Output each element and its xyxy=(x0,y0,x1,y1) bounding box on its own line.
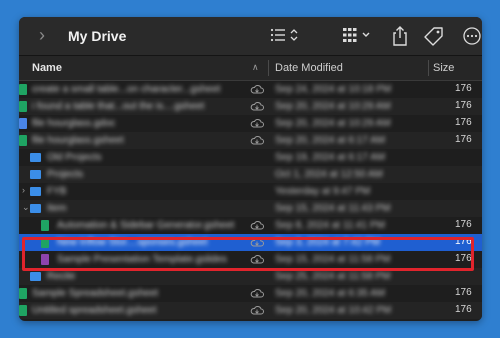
sheet-file-icon xyxy=(19,101,27,112)
file-name: FYB xyxy=(47,186,67,197)
column-divider[interactable] xyxy=(268,60,269,76)
disclosure-closed-icon[interactable]: › xyxy=(22,185,30,195)
file-size: 176 xyxy=(455,100,472,111)
file-size: 176 xyxy=(455,236,472,247)
file-row[interactable]: file hourglass.gdoc Sep 20, 2024 at 10:29… xyxy=(19,115,482,132)
sheet-file-icon xyxy=(19,305,27,316)
share-icon[interactable] xyxy=(391,25,409,46)
file-name: file hourglass.gsheet xyxy=(32,135,124,146)
file-name: create a small table...on character...gs… xyxy=(32,84,221,95)
file-row[interactable]: create a small table...on character...gs… xyxy=(19,81,482,98)
file-list: create a small table...on character...gs… xyxy=(19,81,482,321)
column-header: Name ∧ Date Modified Size xyxy=(19,56,482,81)
cloud-download-icon[interactable] xyxy=(250,135,264,146)
file-row[interactable]: Sample Presentation Template.gslides Sep … xyxy=(19,251,482,268)
chevron-right-icon[interactable]: › xyxy=(39,26,53,44)
folder-row[interactable]: Old Projects Sep 19, 2024 at 6:17 AM xyxy=(19,149,482,166)
file-name: Recite xyxy=(47,271,76,282)
folder-file-icon xyxy=(30,272,41,281)
file-name: Sample Spreadsheet.gsheet xyxy=(32,288,159,299)
file-size: 176 xyxy=(455,83,472,94)
file-name: Item xyxy=(47,203,67,214)
file-name: file hourglass.gdoc xyxy=(32,118,116,129)
folder-row[interactable]: › FYB Yesterday at 9:47 PM xyxy=(19,183,482,200)
doc-file-icon xyxy=(19,118,27,129)
file-name: i found a table that...out the is....gsh… xyxy=(32,101,205,112)
sheet-file-icon xyxy=(41,220,49,231)
file-date: Sep 20, 2024 at 6:17 AM xyxy=(275,135,386,146)
column-divider[interactable] xyxy=(428,60,429,76)
file-size: 176 xyxy=(455,117,472,128)
sheet-file-icon xyxy=(41,237,49,248)
folder-row[interactable]: Recite Sep 25, 2024 at 11:58 PM xyxy=(19,268,482,285)
file-size: 176 xyxy=(455,304,472,315)
cloud-download-icon[interactable] xyxy=(250,101,264,112)
file-date: Sep 24, 2024 at 10:18 PM xyxy=(275,84,392,95)
file-date: Sep 20, 2024 at 10:42 PM xyxy=(275,305,392,316)
cloud-download-icon[interactable] xyxy=(250,237,264,248)
finder-window: › My Drive Name ∧ Date Modified Size cre… xyxy=(19,17,482,321)
file-size: 176 xyxy=(455,219,472,230)
sort-icon: ∧ xyxy=(252,62,259,72)
file-name: Old Projects xyxy=(47,152,102,163)
sheet-file-icon xyxy=(19,135,27,146)
cloud-download-icon[interactable] xyxy=(250,305,264,316)
file-name: Sample Presentation Template.gslides xyxy=(57,254,227,265)
column-size[interactable]: Size xyxy=(433,62,454,74)
folder-file-icon xyxy=(30,204,41,213)
folder-file-icon xyxy=(30,187,41,196)
disclosure-open-icon[interactable]: ⌄ xyxy=(22,202,30,213)
cloud-download-icon[interactable] xyxy=(250,118,264,129)
folder-row[interactable]: ⌄ Item Sep 15, 2024 at 11:43 PM xyxy=(19,200,482,217)
file-date: Sep 15, 2024 at 11:58 PM xyxy=(275,254,391,265)
sheet-file-icon xyxy=(19,288,27,299)
tag-icon[interactable] xyxy=(423,25,445,46)
more-icon[interactable] xyxy=(462,25,482,45)
folder-file-icon xyxy=(30,170,41,179)
file-name: New Inflow Stor....sponses.gsheet xyxy=(57,237,208,248)
toolbar: › My Drive xyxy=(19,17,482,56)
file-name: Projects xyxy=(47,169,84,180)
cloud-download-icon[interactable] xyxy=(250,84,264,95)
file-size: 176 xyxy=(455,287,472,298)
file-date: Sep 25, 2024 at 11:58 PM xyxy=(275,271,391,282)
file-name: Automation & Sidebar Generator.gsheet xyxy=(57,220,235,231)
slides-file-icon xyxy=(41,254,49,265)
folder-file-icon xyxy=(30,153,41,162)
file-date: Sep 15, 2024 at 11:43 PM xyxy=(275,203,391,214)
window-title: My Drive xyxy=(68,28,127,44)
column-date-modified[interactable]: Date Modified xyxy=(275,62,343,74)
list-view-icon[interactable] xyxy=(270,25,300,45)
file-row[interactable]: file hourglass.gsheet Sep 20, 2024 at 6:1… xyxy=(19,132,482,149)
file-date: Sep 20, 2024 at 6:35 AM xyxy=(275,288,386,299)
file-size: 176 xyxy=(455,134,472,145)
column-name[interactable]: Name xyxy=(32,62,62,74)
sheet-file-icon xyxy=(19,84,27,95)
file-row[interactable]: Untitled spreadsheet.gsheet Sep 20, 2024 … xyxy=(19,302,482,319)
file-row[interactable]: i found a table that...out the is....gsh… xyxy=(19,98,482,115)
file-date: Yesterday at 9:47 PM xyxy=(275,186,371,197)
file-row[interactable]: Sample Spreadsheet.gsheet Sep 20, 2024 at… xyxy=(19,285,482,302)
folder-row[interactable]: Projects Oct 1, 2024 at 12:50 AM xyxy=(19,166,482,183)
file-name: Untitled spreadsheet.gsheet xyxy=(32,305,157,316)
file-size: 176 xyxy=(455,253,472,264)
cloud-download-icon[interactable] xyxy=(250,220,264,231)
file-date: Sep 8, 2024 at 11:41 PM xyxy=(275,220,385,231)
file-row[interactable]: New Inflow Stor....sponses.gsheet Sep 3, … xyxy=(19,234,482,251)
file-date: Sep 20, 2024 at 10:29 AM xyxy=(275,101,391,112)
cloud-download-icon[interactable] xyxy=(250,254,264,265)
file-date: Sep 20, 2024 at 10:29 AM xyxy=(275,118,391,129)
file-date: Sep 19, 2024 at 6:17 AM xyxy=(275,152,386,163)
file-date: Oct 1, 2024 at 12:50 AM xyxy=(275,169,383,180)
file-row[interactable]: Automation & Sidebar Generator.gsheet Sep… xyxy=(19,217,482,234)
grid-view-icon[interactable] xyxy=(342,25,374,45)
cloud-download-icon[interactable] xyxy=(250,288,264,299)
file-date: Sep 3, 2024 at 7:42 PM xyxy=(275,237,381,248)
